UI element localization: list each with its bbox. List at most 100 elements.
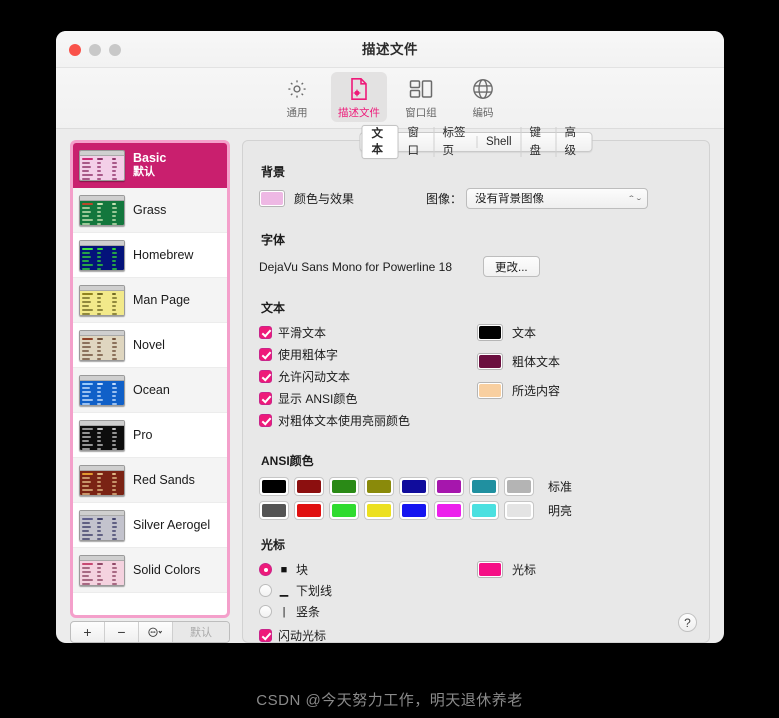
profile-settings-panel: 文本窗口标签页Shell键盘高级 背景 颜色与效果 图像： 没有背景图像 字体 … xyxy=(242,125,710,643)
ansi-bright-swatch[interactable] xyxy=(329,501,359,520)
toolbar-item-window-groups[interactable]: 窗口组 xyxy=(393,72,449,122)
ansi-normal-swatch[interactable] xyxy=(364,477,394,496)
close-button[interactable] xyxy=(69,44,81,56)
profile-name: Silver Aerogel xyxy=(133,517,211,532)
toolbar-item-profiles-label: 描述文件 xyxy=(338,107,380,119)
profile-name: Red Sands xyxy=(133,472,195,487)
ansi-bright-swatch[interactable] xyxy=(364,501,394,520)
text-color-row: 所选内容 xyxy=(477,382,560,399)
profile-name: Solid Colors xyxy=(133,562,201,577)
profile-row[interactable]: Red Sands xyxy=(73,458,227,503)
font-heading: 字体 xyxy=(261,233,286,247)
ansi-normal-swatch[interactable] xyxy=(294,477,324,496)
preferences-toolbar: 通用 描述文件 窗口组 编码 xyxy=(56,68,724,129)
profile-row[interactable]: Silver Aerogel xyxy=(73,503,227,548)
gear-icon xyxy=(286,75,308,102)
cursor-color-swatch[interactable] xyxy=(477,561,503,578)
cursor-style-group: ■ 块 ▁ 下划线 | 竖条 xyxy=(259,561,477,620)
profile-row[interactable]: Novel xyxy=(73,323,227,368)
text-color-row: 文本 xyxy=(477,324,560,341)
profile-thumbnail xyxy=(79,239,125,271)
profile-thumbnail xyxy=(79,509,125,541)
cursor-style-label: 下划线 xyxy=(296,584,333,598)
ansi-bright-swatch[interactable] xyxy=(399,501,429,520)
preferences-body: Basic 默认 Grass Homebrew Man Page Novel Ocean Pr… xyxy=(56,125,724,643)
text-color-label: 文本 xyxy=(512,326,537,340)
toolbar-item-encodings[interactable]: 编码 xyxy=(455,72,511,122)
text-option-label: 使用粗体字 xyxy=(278,348,339,362)
blink-cursor-checkbox[interactable]: 闪动光标 xyxy=(259,627,477,643)
text-color-swatch[interactable] xyxy=(477,324,503,341)
ansi-normal-swatch[interactable] xyxy=(469,477,499,496)
profile-row[interactable]: Basic 默认 xyxy=(73,143,227,188)
tab-Shell[interactable]: Shell xyxy=(476,133,521,151)
change-font-button[interactable]: 更改... xyxy=(483,256,540,277)
profile-name-block: Silver Aerogel xyxy=(133,518,210,533)
zoom-button[interactable] xyxy=(109,44,121,56)
profile-row[interactable]: Pro xyxy=(73,413,227,458)
ansi-bright-swatch[interactable] xyxy=(294,501,324,520)
tab-高级[interactable]: 高级 xyxy=(555,124,591,160)
tab-标签页[interactable]: 标签页 xyxy=(433,124,476,160)
add-profile-button[interactable]: + xyxy=(71,622,105,642)
remove-profile-button[interactable]: − xyxy=(105,622,139,642)
toolbar-item-encodings-label: 编码 xyxy=(472,107,494,119)
toolbar-item-general[interactable]: 通用 xyxy=(269,72,325,122)
settings-tabs: 文本 窗口 标签页 Shell 键盘 高级 xyxy=(359,125,593,159)
text-color-swatch[interactable] xyxy=(477,353,503,370)
profile-name-block: Novel xyxy=(133,338,165,353)
ansi-bright-swatch[interactable] xyxy=(504,501,534,520)
background-image-select[interactable]: 没有背景图像 xyxy=(466,188,649,209)
cursor-style-label: 块 xyxy=(296,563,309,577)
minimize-button[interactable] xyxy=(89,44,101,56)
background-color-label: 颜色与效果 xyxy=(294,192,355,206)
profile-thumbnail xyxy=(79,194,125,226)
text-option-checkbox[interactable]: 平滑文本 xyxy=(259,324,477,341)
ansi-bright-swatch[interactable] xyxy=(259,501,289,520)
tab-键盘[interactable]: 键盘 xyxy=(520,124,556,160)
toolbar-item-profiles[interactable]: 描述文件 xyxy=(331,72,387,122)
tab-窗口[interactable]: 窗口 xyxy=(398,124,433,160)
cursor-style-radio[interactable]: | 竖条 xyxy=(259,603,477,620)
profile-name: Homebrew xyxy=(133,247,194,262)
ansi-bright-label: 明亮 xyxy=(548,504,573,518)
globe-icon xyxy=(472,75,494,102)
profile-row[interactable]: Man Page xyxy=(73,278,227,323)
cursor-style-radio[interactable]: ■ 块 xyxy=(259,561,477,578)
text-option-checkbox[interactable]: 对粗体文本使用亮丽颜色 xyxy=(259,412,477,429)
profile-thumbnail xyxy=(79,149,125,181)
tab-文本[interactable]: 文本 xyxy=(361,125,399,159)
text-option-checkbox[interactable]: 显示 ANSI颜色 xyxy=(259,390,477,407)
text-color-label: 所选内容 xyxy=(512,384,561,398)
profile-actions-menu-button[interactable] xyxy=(139,622,173,642)
profile-name-block: Man Page xyxy=(133,293,190,308)
text-option-label: 对粗体文本使用亮丽颜色 xyxy=(278,414,411,428)
cursor-color-label: 光标 xyxy=(512,563,537,577)
profiles-list[interactable]: Basic 默认 Grass Homebrew Man Page Novel Ocean Pr… xyxy=(70,140,230,618)
profile-thumbnail xyxy=(79,329,125,361)
background-color-swatch[interactable] xyxy=(259,190,285,207)
traffic-lights xyxy=(69,44,121,56)
text-color-swatch[interactable] xyxy=(477,382,503,399)
font-value: DejaVu Sans Mono for Powerline 18 xyxy=(259,259,452,274)
profile-row[interactable]: Grass xyxy=(73,188,227,233)
ansi-bright-swatch[interactable] xyxy=(434,501,464,520)
profile-thumbnail xyxy=(79,554,125,586)
checkbox-icon xyxy=(259,629,272,642)
ansi-bright-swatch[interactable] xyxy=(469,501,499,520)
profile-row[interactable]: Solid Colors xyxy=(73,548,227,593)
profile-thumbnail xyxy=(79,374,125,406)
text-options-group: 平滑文本使用粗体字允许闪动文本 显示 ANSI颜色对粗体文本使用亮丽颜色 xyxy=(259,324,477,434)
text-option-checkbox[interactable]: 使用粗体字 xyxy=(259,346,477,363)
ansi-normal-swatch[interactable] xyxy=(259,477,289,496)
ansi-normal-swatch[interactable] xyxy=(504,477,534,496)
help-button[interactable]: ? xyxy=(678,613,697,632)
cursor-style-radio[interactable]: ▁ 下划线 xyxy=(259,582,477,599)
set-default-profile-button[interactable]: 默认 xyxy=(173,622,229,642)
text-option-checkbox[interactable]: 允许闪动文本 xyxy=(259,368,477,385)
ansi-normal-swatch[interactable] xyxy=(329,477,359,496)
ansi-normal-swatch[interactable] xyxy=(434,477,464,496)
profile-row[interactable]: Ocean xyxy=(73,368,227,413)
ansi-normal-swatch[interactable] xyxy=(399,477,429,496)
profile-row[interactable]: Homebrew xyxy=(73,233,227,278)
